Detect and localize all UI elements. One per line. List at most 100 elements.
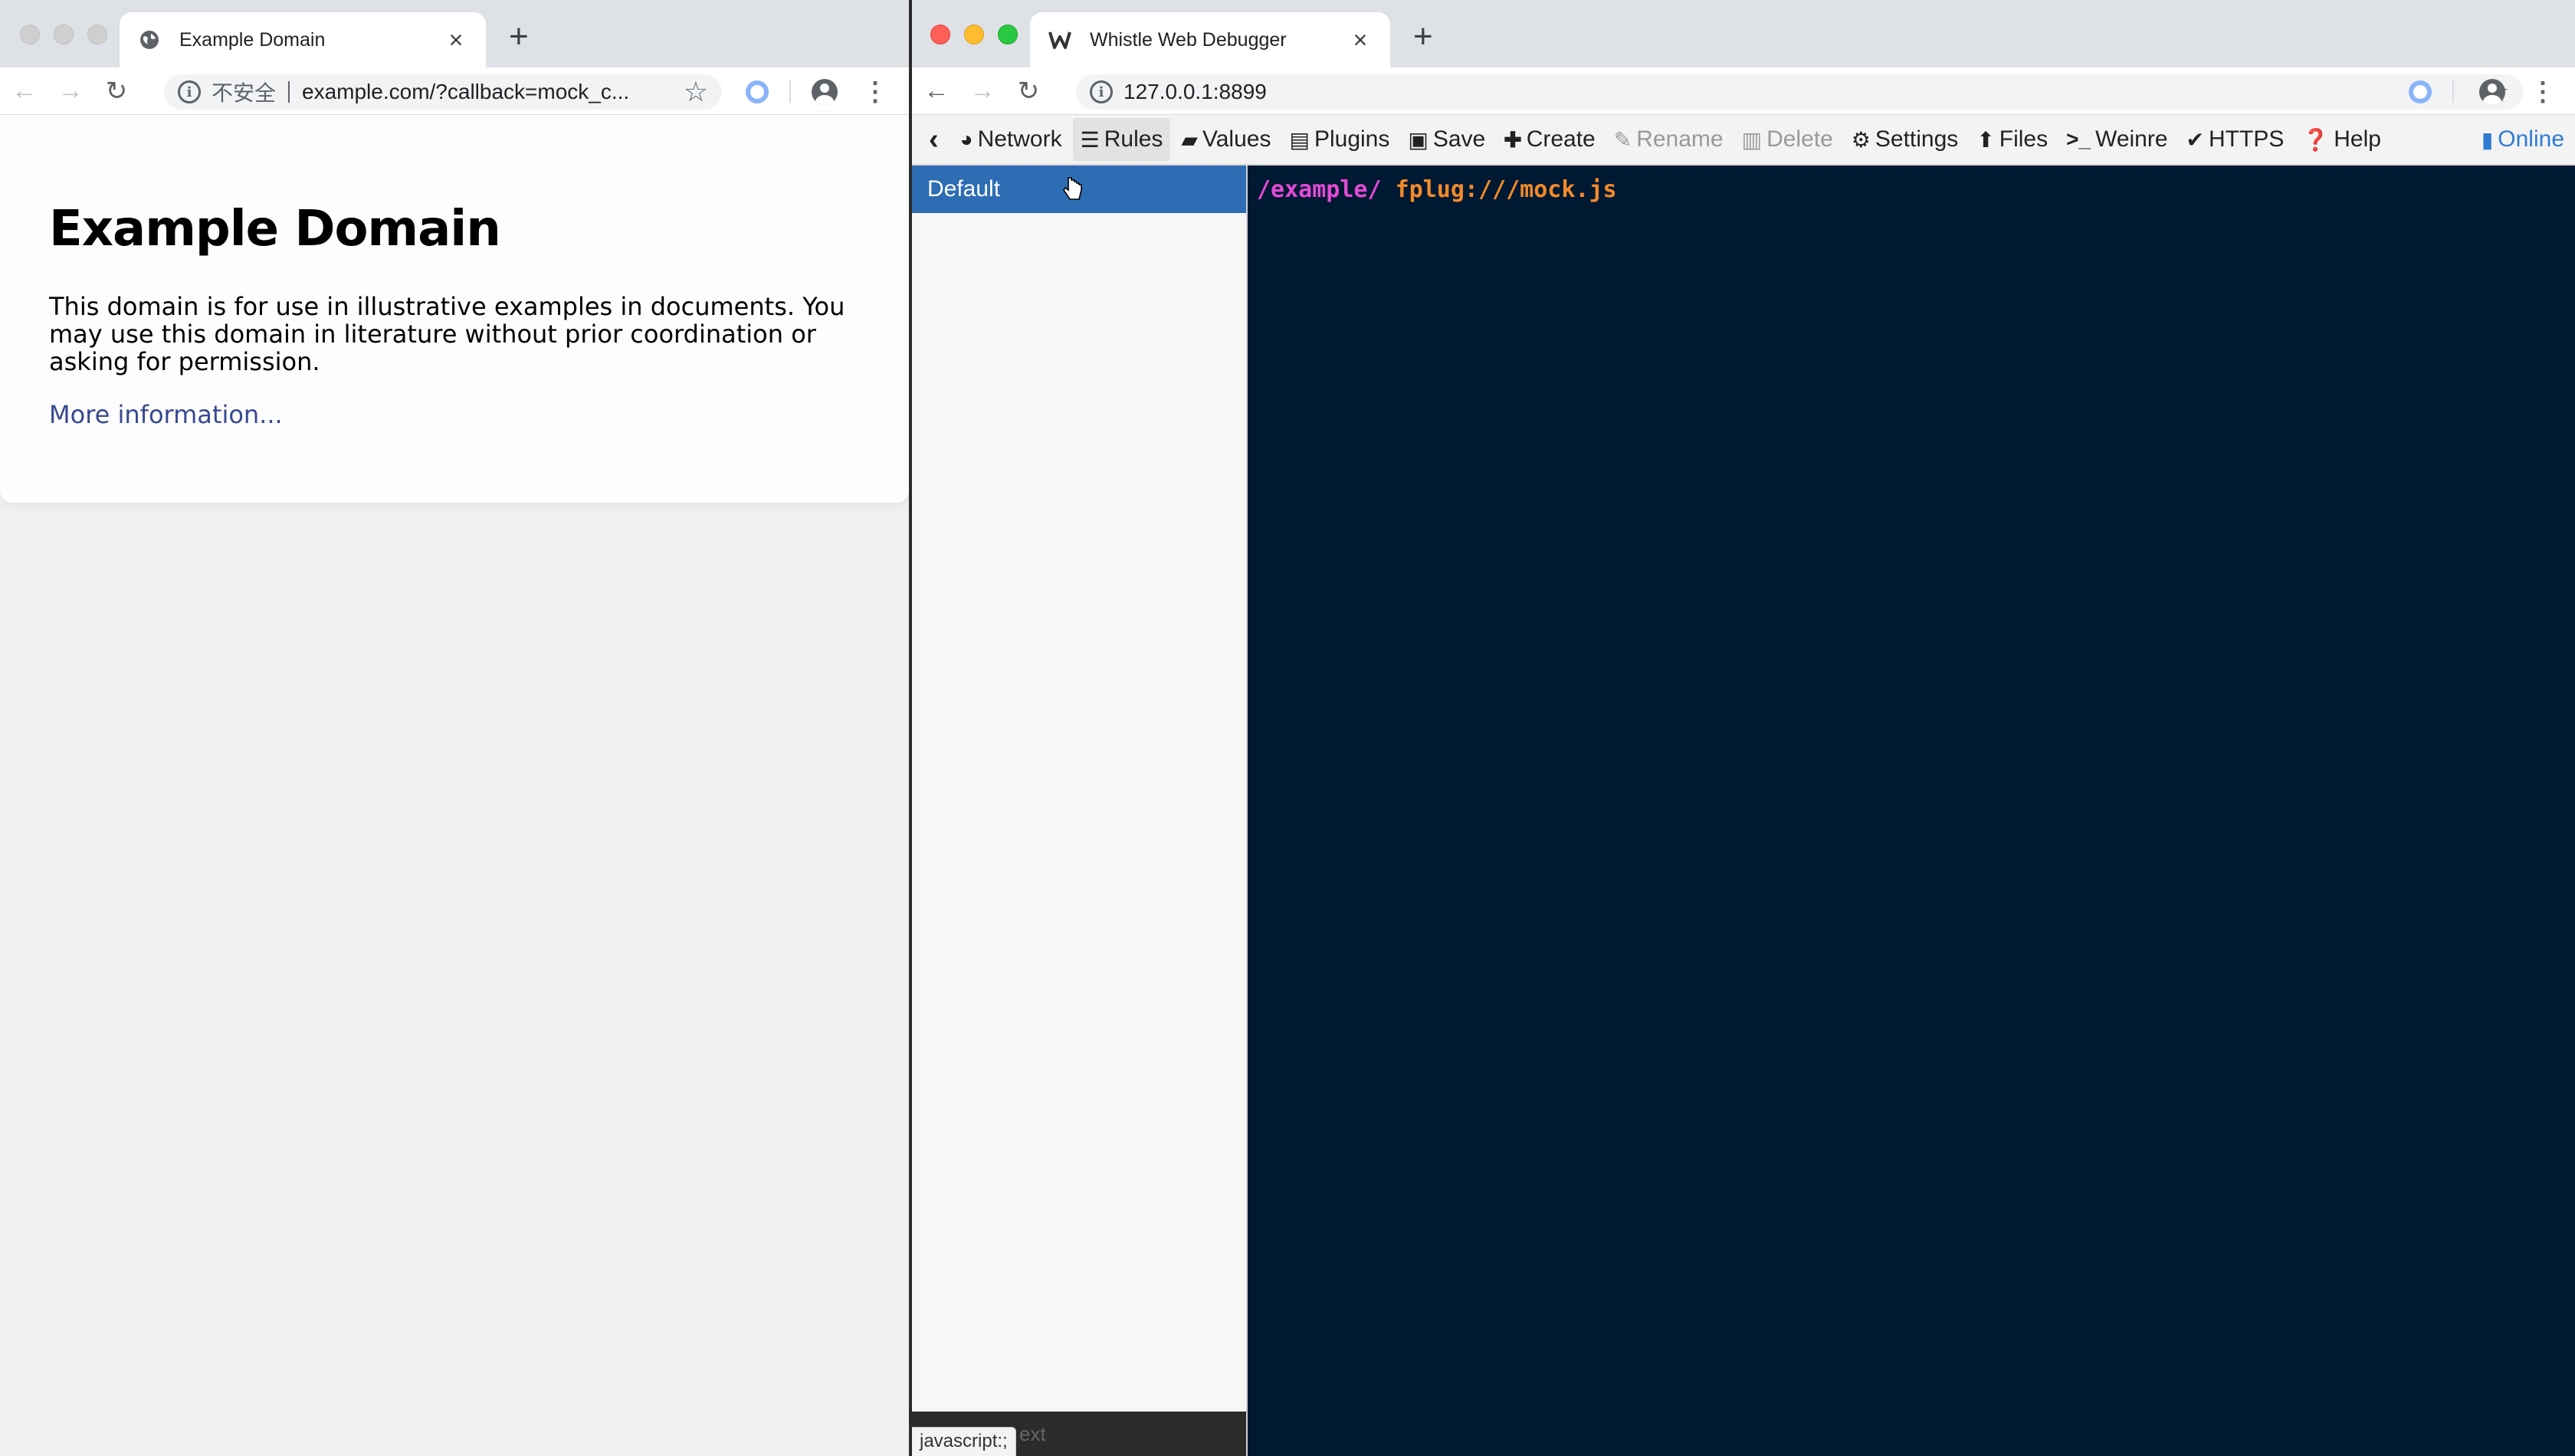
security-label: 不安全 xyxy=(212,81,277,105)
menu-save[interactable]: ▣ Save xyxy=(1400,118,1493,161)
rule-item-default[interactable]: Default xyxy=(912,166,1246,213)
help-icon: ❓ xyxy=(2302,127,2330,152)
menu-values[interactable]: ▰ Values xyxy=(1173,118,1278,161)
close-window-button[interactable] xyxy=(20,25,40,44)
close-window-button[interactable] xyxy=(930,25,950,44)
minimize-window-button[interactable] xyxy=(54,25,74,44)
save-icon: ▣ xyxy=(1408,127,1429,152)
menu-label: Rules xyxy=(1104,126,1163,152)
menu-label: Save xyxy=(1432,126,1486,152)
rule-pattern: /example/ xyxy=(1257,176,1382,203)
rule-item-label: Default xyxy=(927,176,1001,202)
rules-editor[interactable]: /example/ fplug:///mock.js xyxy=(1248,166,2575,1456)
url-text: example.com/?callback=mock_c... xyxy=(302,80,630,103)
rules-sidebar: Default ext javascript:; xyxy=(912,166,1248,1456)
bookmark-star-icon[interactable]: ☆ xyxy=(684,76,708,108)
menu-label: Delete xyxy=(1766,126,1833,152)
globe-icon: ◕ xyxy=(959,127,973,151)
rule-operation: fplug:///mock.js xyxy=(1395,176,1617,203)
content-card: Example Domain This domain is for use in… xyxy=(0,115,909,503)
window-controls xyxy=(20,25,107,44)
filter-placeholder: ext xyxy=(1019,1422,1046,1445)
page-paragraph: This domain is for use in illustrative e… xyxy=(49,292,845,376)
close-tab-icon[interactable]: × xyxy=(444,26,467,54)
tab-title: Example Domain xyxy=(179,28,326,51)
browser-toolbar: ← → ↻ i 127.0.0.1:8899 ☆ ⋮ xyxy=(912,67,2575,115)
address-bar[interactable]: i 不安全 example.com/?callback=mock_c... ☆ xyxy=(164,74,722,110)
tab-whistle[interactable]: Whistle Web Debugger × xyxy=(1030,12,1390,67)
back-button[interactable]: ← xyxy=(912,67,961,115)
tab-strip: Whistle Web Debugger × + xyxy=(912,0,2575,67)
menu-weinre[interactable]: >_ Weinre xyxy=(2058,118,2175,161)
hand-cursor-icon xyxy=(1063,177,1082,200)
address-bar[interactable]: i 127.0.0.1:8899 ☆ xyxy=(1076,74,2523,110)
menu-label: Values xyxy=(1202,126,1271,152)
check-icon: ✔ xyxy=(2186,127,2205,152)
editor-line: /example/ fplug:///mock.js xyxy=(1257,176,2566,203)
menu-online[interactable]: ▮ Online xyxy=(2474,118,2572,161)
minimize-window-button[interactable] xyxy=(964,25,984,44)
whistle-app: ‹ ◕ Network ☰ Rules ▰ Values ▤ Plugins ▣ Save… xyxy=(912,115,2575,1456)
menu-icon[interactable]: ⋮ xyxy=(2529,77,2557,107)
browser-window-whistle: Whistle Web Debugger × + ← → ↻ i 127.0.0… xyxy=(912,0,2575,1456)
tab-title: Whistle Web Debugger xyxy=(1090,28,1287,51)
close-tab-icon[interactable]: × xyxy=(1349,26,1372,54)
new-tab-button[interactable]: + xyxy=(509,18,529,55)
link-status-tooltip: javascript:; xyxy=(912,1427,1016,1456)
menu-label: Create xyxy=(1526,126,1596,152)
reload-button[interactable]: ↻ xyxy=(92,67,141,115)
info-icon[interactable]: i xyxy=(178,80,201,103)
toolbar-separator xyxy=(2452,80,2454,103)
reload-button[interactable]: ↻ xyxy=(1004,67,1053,115)
whistle-logo-icon xyxy=(1048,28,1071,51)
collapse-menu-button[interactable]: ‹ xyxy=(912,118,950,161)
menu-rename[interactable]: ✎ Rename xyxy=(1606,118,1731,161)
status-tip-text: javascript:; xyxy=(920,1431,1008,1451)
extension-icon[interactable] xyxy=(743,78,771,106)
forward-button[interactable]: → xyxy=(46,67,95,115)
menu-help[interactable]: ❓ Help xyxy=(2295,118,2389,161)
zoom-window-button[interactable] xyxy=(998,25,1018,44)
back-button[interactable]: ← xyxy=(0,67,49,115)
address-separator xyxy=(288,81,290,103)
browser-toolbar: ← → ↻ i 不安全 example.com/?callback=mock_c… xyxy=(0,67,909,115)
page-heading: Example Domain xyxy=(49,201,501,257)
upload-icon: ⬆ xyxy=(1976,127,1995,152)
forward-button[interactable]: → xyxy=(958,67,1007,115)
trash-icon: ▥ xyxy=(1741,127,1763,152)
tab-strip: Example Domain × + xyxy=(0,0,909,67)
menu-label: Rename xyxy=(1636,126,1724,152)
toolbar-separator xyxy=(789,80,791,103)
menu-label: Weinre xyxy=(2095,126,2168,152)
edit-icon: ✎ xyxy=(1613,127,1632,152)
extension-icon[interactable] xyxy=(2406,78,2434,106)
menu-label: Online xyxy=(2498,126,2564,152)
menu-icon[interactable]: ⋮ xyxy=(861,77,889,107)
new-tab-button[interactable]: + xyxy=(1413,18,1433,55)
whistle-menu-bar: ‹ ◕ Network ☰ Rules ▰ Values ▤ Plugins ▣ Save… xyxy=(912,115,2575,166)
info-icon[interactable]: i xyxy=(1090,80,1113,103)
menu-files[interactable]: ⬆ Files xyxy=(1969,118,2055,161)
window-controls xyxy=(930,25,1018,44)
list-icon: ☰ xyxy=(1080,127,1100,152)
zoom-window-button[interactable] xyxy=(87,25,107,44)
menu-network[interactable]: ◕ Network xyxy=(953,118,1070,161)
menu-create[interactable]: ✚ Create xyxy=(1496,118,1603,161)
menu-label: Help xyxy=(2334,126,2381,152)
tab-example-domain[interactable]: Example Domain × xyxy=(120,12,486,67)
profile-icon[interactable] xyxy=(2478,78,2506,106)
chevron-left-icon: ‹ xyxy=(929,123,939,156)
menu-rules[interactable]: ☰ Rules xyxy=(1072,118,1171,161)
menu-delete[interactable]: ▥ Delete xyxy=(1734,118,1841,161)
more-info-link[interactable]: More information... xyxy=(49,400,283,429)
globe-icon xyxy=(138,28,161,51)
menu-label: Files xyxy=(1999,126,2049,152)
menu-https[interactable]: ✔ HTTPS xyxy=(2179,118,2292,161)
menu-label: Network xyxy=(977,126,1062,152)
menu-settings[interactable]: ⚙ Settings xyxy=(1844,118,1967,161)
gear-icon: ⚙ xyxy=(1851,127,1871,152)
menu-plugins[interactable]: ▤ Plugins xyxy=(1281,118,1397,161)
profile-icon[interactable] xyxy=(811,78,838,106)
plus-icon: ✚ xyxy=(1504,127,1522,152)
plugin-icon: ▤ xyxy=(1289,127,1310,152)
